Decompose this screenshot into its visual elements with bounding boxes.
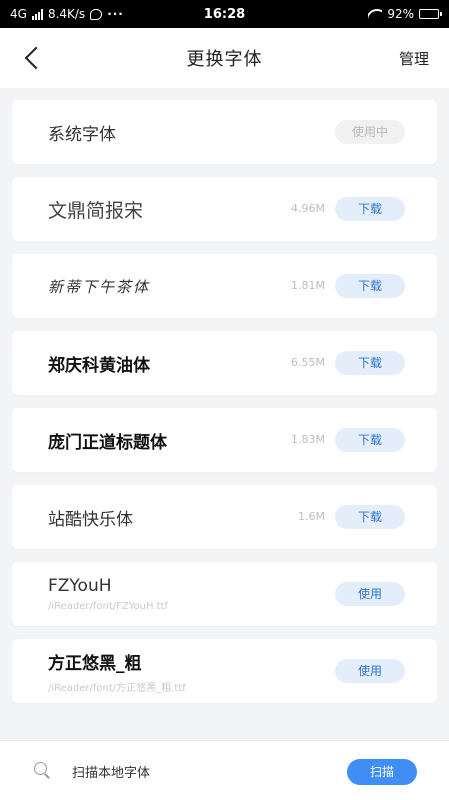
- font-item-pangmen: 庞门正道标题体 1.83M 下载: [12, 408, 437, 472]
- scan-button[interactable]: 扫描: [347, 759, 417, 785]
- font-item-zhanku: 站酷快乐体 1.6M 下载: [12, 485, 437, 549]
- use-button[interactable]: 使用: [335, 659, 405, 683]
- download-button[interactable]: 下载: [335, 274, 405, 298]
- font-item-fangzheng: 方正悠黑_粗 /iReader/font/方正悠黑_粗.ttf 使用: [12, 639, 437, 703]
- use-button[interactable]: 使用: [335, 582, 405, 606]
- font-path: /iReader/font/FZYouH.ttf: [48, 601, 168, 612]
- font-name: 庞门正道标题体: [48, 432, 167, 453]
- page-title: 更换字体: [186, 49, 263, 70]
- font-item-system: 系统字体 使用中: [12, 100, 437, 164]
- font-name: 郑庆科黄油体: [48, 355, 150, 376]
- font-list: 系统字体 使用中 文鼎简报宋 4.96M 下载 新蒂下午茶体 1.81M 下载 …: [12, 100, 437, 716]
- signal-icon: [31, 8, 43, 20]
- network-type: 4G: [10, 7, 27, 21]
- status-bar: 4G 8.4K/s ··· 16:28 92%: [0, 0, 449, 28]
- clock: 16:28: [203, 6, 246, 22]
- scan-local-fonts-label: 扫描本地字体: [72, 766, 151, 781]
- font-size: 1.81M: [291, 279, 325, 292]
- more-dots-icon: ···: [107, 7, 124, 21]
- font-name: 站酷快乐体: [48, 509, 133, 530]
- font-name: 新蒂下午茶体: [48, 277, 151, 296]
- search-icon: [34, 762, 50, 778]
- battery-icon: [419, 9, 442, 19]
- font-name: FZYouH: [48, 576, 112, 596]
- chat-bubble-icon: [90, 8, 103, 20]
- font-item-fzyouh: FZYouH /iReader/font/FZYouH.ttf 使用: [12, 562, 437, 626]
- download-button[interactable]: 下载: [335, 428, 405, 452]
- font-size: 6.55M: [291, 356, 325, 369]
- wifi-icon: [368, 9, 382, 19]
- header: 更换字体 管理: [0, 28, 449, 88]
- bottom-bar: 扫描本地字体 扫描: [0, 740, 449, 800]
- network-speed: 8.4K/s: [47, 7, 86, 21]
- font-item-zhengqing: 郑庆科黄油体 6.55M 下载: [12, 331, 437, 395]
- font-name: 方正悠黑_粗: [48, 653, 142, 674]
- manage-button[interactable]: 管理: [399, 48, 429, 69]
- battery-percent: 92%: [387, 7, 414, 21]
- font-name: 系统字体: [48, 124, 116, 145]
- font-path: /iReader/font/方正悠黑_粗.ttf: [48, 682, 186, 694]
- download-button[interactable]: 下载: [335, 197, 405, 221]
- back-arrow-icon[interactable]: [22, 46, 44, 70]
- font-size: 1.83M: [291, 433, 325, 446]
- font-item-wending: 文鼎简报宋 4.96M 下载: [12, 177, 437, 241]
- download-button[interactable]: 下载: [335, 505, 405, 529]
- font-name: 文鼎简报宋: [48, 199, 144, 222]
- font-item-xindi: 新蒂下午茶体 1.81M 下载: [12, 254, 437, 318]
- font-size: 4.96M: [291, 202, 325, 215]
- in-use-badge: 使用中: [335, 120, 405, 144]
- download-button[interactable]: 下载: [335, 351, 405, 375]
- font-size: 1.6M: [298, 510, 325, 523]
